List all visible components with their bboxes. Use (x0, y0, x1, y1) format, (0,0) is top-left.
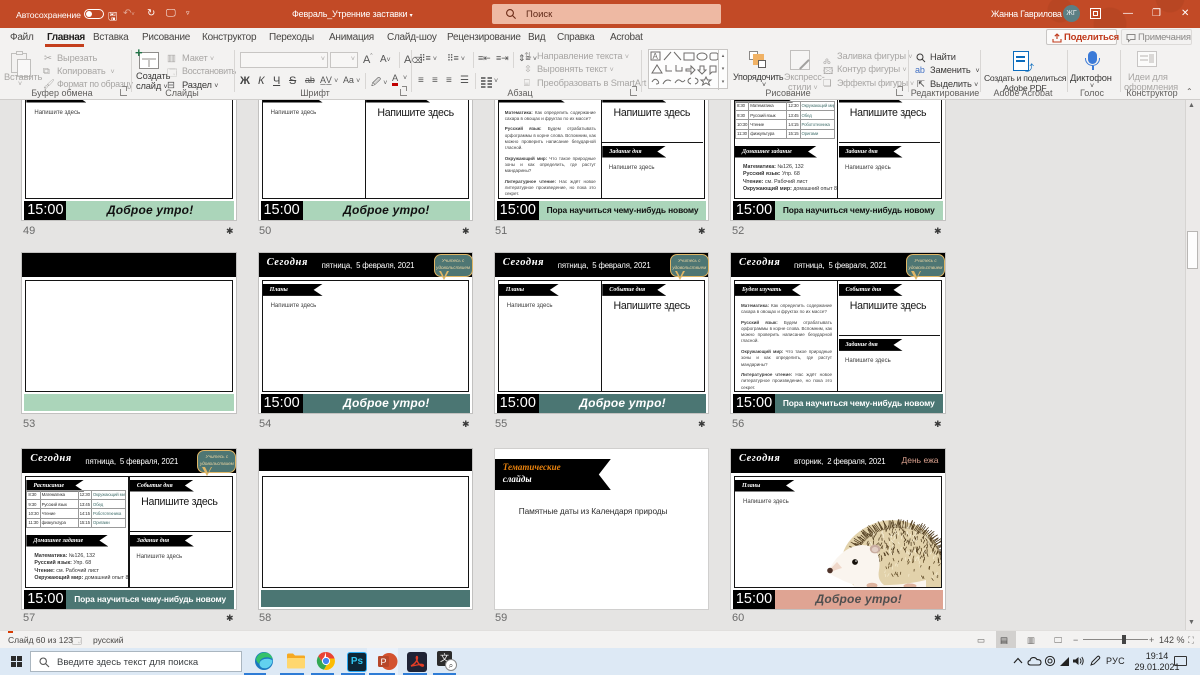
svg-text:A: A (653, 52, 659, 61)
svg-text:P: P (380, 657, 386, 667)
